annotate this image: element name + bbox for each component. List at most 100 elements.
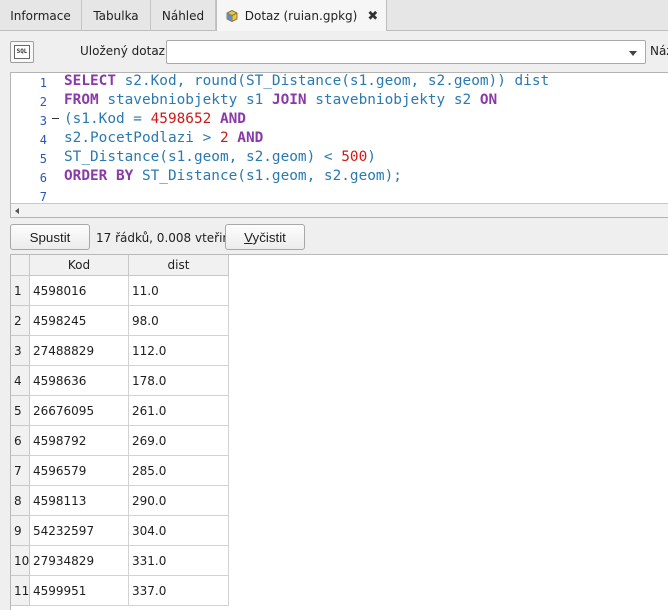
sql-text: s2.Kod, round(ST_Distance(s1.geom, s2.ge… — [115, 73, 550, 89]
table-row[interactable]: 1 4598016 11.0 — [11, 276, 229, 306]
saved-query-label: Uložený dotaz — [80, 44, 165, 58]
code-line: ST_Distance(s1.geom, s2.geom) < 500) — [64, 149, 376, 165]
line-number: 2 — [39, 95, 47, 109]
chevron-down-icon — [629, 51, 637, 56]
row-header[interactable]: 1 — [11, 276, 30, 306]
cell-kod[interactable]: 4598016 — [30, 276, 129, 306]
cell-kod[interactable]: 27488829 — [30, 336, 129, 366]
table-row[interactable]: 9 54232597 304.0 — [11, 516, 229, 546]
sql-keyword: ORDER BY — [64, 168, 134, 184]
scroll-left-icon[interactable] — [15, 208, 19, 214]
cell-dist[interactable]: 11.0 — [129, 276, 229, 306]
table-row[interactable]: 3 27488829 112.0 — [11, 336, 229, 366]
table-corner[interactable] — [11, 255, 30, 276]
cell-kod[interactable]: 4599951 — [30, 576, 129, 606]
sql-keyword: JOIN — [271, 92, 307, 108]
run-button[interactable]: Spustit — [10, 224, 90, 250]
table-row[interactable]: 4 4598636 178.0 — [11, 366, 229, 396]
cell-dist[interactable]: 112.0 — [129, 336, 229, 366]
column-header-kod[interactable]: Kod — [30, 255, 129, 276]
sql-editor-icon: SQL — [14, 45, 30, 59]
line-number: 4 — [39, 133, 47, 147]
cell-dist[interactable]: 304.0 — [129, 516, 229, 546]
table-row[interactable]: 2 4598245 98.0 — [11, 306, 229, 336]
saved-query-select[interactable] — [166, 40, 646, 64]
table-row[interactable]: 8 4598113 290.0 — [11, 486, 229, 516]
tab-label: Dotaz (ruian.gpkg) — [244, 9, 358, 23]
sql-keyword: AND — [237, 130, 264, 146]
cell-dist[interactable]: 331.0 — [129, 546, 229, 576]
cell-kod[interactable]: 4598245 — [30, 306, 129, 336]
row-header[interactable]: 3 — [11, 336, 30, 366]
row-header[interactable]: 10 — [11, 546, 30, 576]
cell-dist[interactable]: 178.0 — [129, 366, 229, 396]
cell-dist[interactable]: 269.0 — [129, 426, 229, 456]
row-header[interactable]: 8 — [11, 486, 30, 516]
horizontal-scrollbar[interactable] — [11, 203, 668, 217]
table-header: Kod dist — [11, 255, 229, 276]
cell-kod[interactable]: 27934829 — [30, 546, 129, 576]
column-header-dist[interactable]: dist — [129, 255, 229, 276]
sql-text: s2.PocetPodlazi > — [64, 130, 220, 146]
table-row[interactable]: 11 4599951 337.0 — [11, 576, 229, 606]
tab-informace[interactable]: Informace — [0, 0, 82, 31]
row-header[interactable]: 6 — [11, 426, 30, 456]
table-row[interactable]: 10 27934829 331.0 — [11, 546, 229, 576]
tab-tabulka[interactable]: Tabulka — [82, 0, 151, 31]
query-toolbar: SQL Uložený dotaz Náz — [0, 31, 668, 72]
run-bar: Spustit 17 řádků, 0.008 vteřin Vyčistit — [0, 218, 668, 254]
cell-kod[interactable]: 4598113 — [30, 486, 129, 516]
clear-button-label: Vyčistit — [244, 229, 286, 245]
sql-text: ST_Distance(s1.geom, s2.geom) < — [64, 149, 342, 165]
sql-editor-button[interactable]: SQL — [10, 41, 34, 63]
line-number: 7 — [39, 190, 47, 204]
table-row[interactable]: 5 26676095 261.0 — [11, 396, 229, 426]
tab-dotaz[interactable]: Dotaz (ruian.gpkg) ✖ — [216, 0, 387, 32]
cell-kod[interactable]: 4598792 — [30, 426, 129, 456]
cell-kod[interactable]: 54232597 — [30, 516, 129, 546]
sql-text: ST_Distance(s1.geom, s2.geom); — [133, 168, 402, 184]
line-number: 6 — [39, 171, 47, 185]
results-table[interactable]: Kod dist 1 4598016 11.0 2 4598245 98.0 3 274888… — [10, 254, 668, 610]
sql-number: 2 — [219, 130, 229, 146]
row-header[interactable]: 4 — [11, 366, 30, 396]
fold-marker-icon[interactable] — [52, 118, 59, 119]
line-number-gutter: 1 2 3 4 5 6 7 — [11, 73, 59, 204]
line-number: 5 — [39, 152, 47, 166]
tab-nahled[interactable]: Náhled — [151, 0, 216, 31]
sql-text: ) — [367, 149, 376, 165]
cell-kod[interactable]: 4598636 — [30, 366, 129, 396]
sql-number: 4598652 — [150, 111, 212, 127]
code-line: ORDER BY ST_Distance(s1.geom, s2.geom); — [64, 168, 402, 184]
cell-kod[interactable]: 4596579 — [30, 456, 129, 486]
row-header[interactable]: 7 — [11, 456, 30, 486]
cell-kod[interactable]: 26676095 — [30, 396, 129, 426]
cell-dist[interactable]: 337.0 — [129, 576, 229, 606]
table-row[interactable]: 6 4598792 269.0 — [11, 426, 229, 456]
row-header[interactable]: 2 — [11, 306, 30, 336]
tab-bar: Informace Tabulka Náhled Dotaz (ruian.gp… — [0, 0, 668, 32]
result-status: 17 řádků, 0.008 vteřin — [96, 231, 231, 245]
row-header[interactable]: 9 — [11, 516, 30, 546]
sql-editor[interactable]: 1 2 3 4 5 6 7 SELECT s2.Kod, round(ST_Di… — [10, 72, 668, 218]
sql-text: (s1.Kod = — [64, 111, 151, 127]
table-row[interactable]: 7 4596579 285.0 — [11, 456, 229, 486]
accelerator-char: V — [244, 229, 253, 245]
code-line: FROM stavebniobjekty s1 JOIN stavebniobj… — [64, 92, 497, 108]
line-number: 1 — [39, 76, 47, 90]
close-icon[interactable]: ✖ — [367, 9, 378, 24]
code-line: (s1.Kod = 4598652 AND — [64, 111, 246, 127]
cell-dist[interactable]: 285.0 — [129, 456, 229, 486]
clear-button[interactable]: Vyčistit — [225, 224, 305, 250]
query-name-label: Náz — [650, 44, 668, 58]
row-header[interactable]: 11 — [11, 576, 30, 606]
sql-keyword: ON — [479, 92, 498, 108]
line-number: 3 — [39, 114, 47, 128]
cell-dist[interactable]: 261.0 — [129, 396, 229, 426]
row-header[interactable]: 5 — [11, 396, 30, 426]
code-line: SELECT s2.Kod, round(ST_Distance(s1.geom… — [64, 73, 549, 89]
cell-dist[interactable]: 98.0 — [129, 306, 229, 336]
cell-dist[interactable]: 290.0 — [129, 486, 229, 516]
